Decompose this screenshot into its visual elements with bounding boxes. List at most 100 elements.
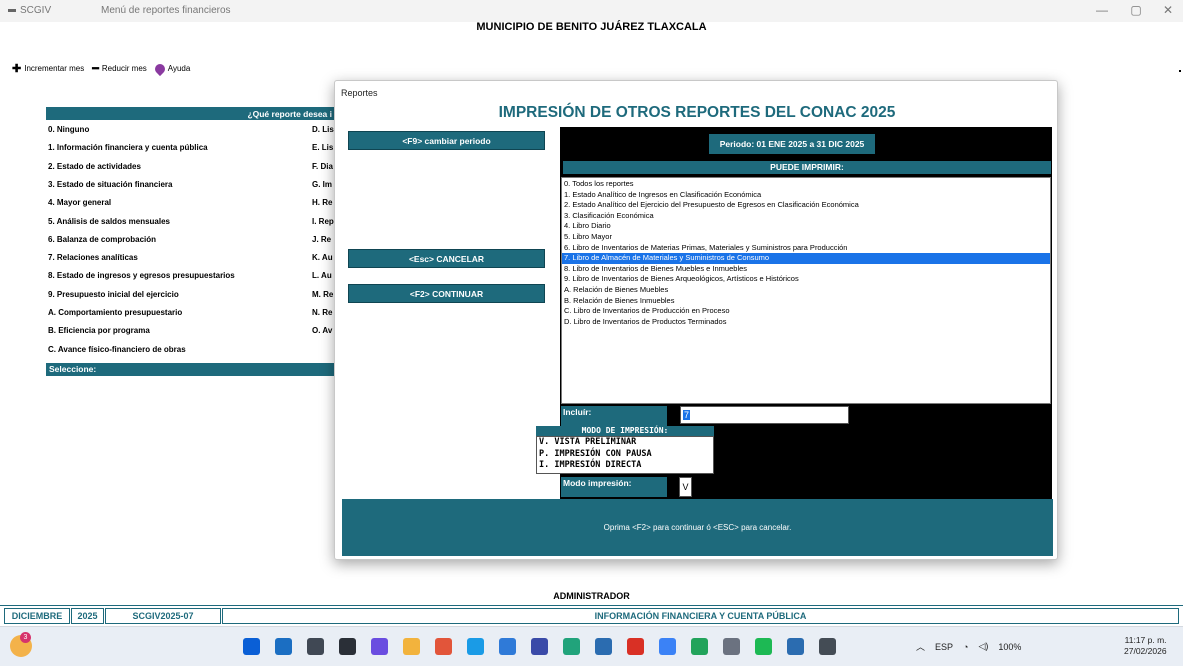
increment-month-button[interactable]: ✚ Incrementar mes xyxy=(12,62,84,75)
report-item[interactable]: D. Libro de Inventarios de Productos Ter… xyxy=(562,317,1050,328)
menu-item-right[interactable]: K. Au xyxy=(312,253,333,262)
menu-item-right[interactable]: L. Au xyxy=(312,271,332,280)
print-mode-pause[interactable]: P. IMPRESIÓN CON PAUSA xyxy=(537,449,713,461)
taskbar-app-icon[interactable] xyxy=(531,638,548,655)
continue-button[interactable]: <F2> CONTINUAR xyxy=(348,284,545,303)
menu-item-right[interactable]: H. Re xyxy=(312,198,332,207)
menu-item[interactable]: 9. Presupuesto inicial del ejercicio xyxy=(48,290,179,299)
taskbar-app-icon[interactable] xyxy=(787,638,804,655)
report-item[interactable]: 5. Libro Mayor xyxy=(562,232,1050,243)
menu-item[interactable]: 6. Balanza de comprobación xyxy=(48,235,156,244)
report-item[interactable]: 1. Estado Analítico de Ingresos en Clasi… xyxy=(562,190,1050,201)
battery-level[interactable]: 100% xyxy=(998,642,1021,652)
report-item[interactable]: C. Libro de Inventarios de Producción en… xyxy=(562,306,1050,317)
include-label: Incluír: xyxy=(561,406,667,426)
print-mode-list[interactable]: V. VISTA PRELIMINAR P. IMPRESIÓN CON PAU… xyxy=(536,436,714,474)
report-item[interactable]: A. Relación de Bienes Muebles xyxy=(562,285,1050,296)
menu-item-right[interactable]: D. Lis xyxy=(312,125,334,134)
weather-icon[interactable]: 3 xyxy=(10,632,32,657)
menu-item[interactable]: 5. Análisis de saldos mensuales xyxy=(48,217,170,226)
menu-item[interactable]: 1. Información financiera y cuenta públi… xyxy=(48,143,208,152)
print-mode-direct[interactable]: I. IMPRESIÓN DIRECTA xyxy=(537,460,713,472)
print-mode-input[interactable]: V xyxy=(679,477,692,497)
taskbar-app-icon[interactable] xyxy=(819,638,836,655)
decrement-month-button[interactable]: ━ Reducir mes xyxy=(92,62,147,75)
wifi-icon[interactable]: ◔ xyxy=(963,642,968,652)
minimize-button[interactable]: — xyxy=(1087,3,1117,17)
cancel-button[interactable]: <Esc> CANCELAR xyxy=(348,249,545,268)
menu-item-right[interactable]: E. Lis xyxy=(312,143,333,152)
taskbar-app-icon[interactable] xyxy=(723,638,740,655)
taskbar-app-icon[interactable] xyxy=(307,638,324,655)
reports-dialog: Reportes IMPRESIÓN DE OTROS REPORTES DEL… xyxy=(334,80,1058,560)
report-item[interactable]: 3. Clasificación Económica xyxy=(562,211,1050,222)
volume-icon[interactable]: ◁) xyxy=(978,641,988,652)
menu-item[interactable]: C. Avance físico-financiero de obras xyxy=(48,345,186,354)
taskbar-app-icon[interactable] xyxy=(275,638,292,655)
taskbar-app-icon[interactable] xyxy=(339,638,356,655)
title-bar: SCGIV Menú de reportes financieros — ▢ ✕ xyxy=(0,0,1183,22)
menu-item[interactable]: 4. Mayor general xyxy=(48,198,111,207)
taskbar-app-icon[interactable] xyxy=(499,638,516,655)
dialog-title: Reportes xyxy=(341,88,378,98)
taskbar-app-icon[interactable] xyxy=(595,638,612,655)
period-label: Periodo: 01 ENE 2025 a 31 DIC 2025 xyxy=(709,134,875,154)
menu-item-right[interactable]: I. Rep xyxy=(312,217,334,226)
menu-item[interactable]: 0. Ninguno xyxy=(48,125,89,134)
select-prompt: Seleccione: xyxy=(46,363,336,376)
include-input[interactable]: 7 xyxy=(680,406,849,424)
menu-header: ¿Qué reporte desea i xyxy=(46,109,336,120)
menu-item-right[interactable]: M. Re xyxy=(312,290,333,299)
taskbar-app-icon[interactable] xyxy=(755,638,772,655)
taskbar-app-icon[interactable] xyxy=(563,638,580,655)
help-button[interactable]: Ayuda xyxy=(152,61,191,76)
weather-badge: 3 xyxy=(20,632,31,643)
report-item[interactable]: 6. Libro de Inventarios de Materias Prim… xyxy=(562,243,1050,254)
menu-item[interactable]: 7. Relaciones analíticas xyxy=(48,253,138,262)
report-item[interactable]: 2. Estado Analítico del Ejercicio del Pr… xyxy=(562,200,1050,211)
status-version: SCGIV2025-07 xyxy=(105,608,221,624)
taskbar-app-icon[interactable] xyxy=(659,638,676,655)
dot-marker xyxy=(1179,70,1181,72)
taskbar-app-icon[interactable] xyxy=(243,638,260,655)
can-print-header: PUEDE IMPRIMIR: xyxy=(563,161,1051,174)
report-item[interactable]: 8. Libro de Inventarios de Bienes Mueble… xyxy=(562,264,1050,275)
change-period-button[interactable]: <F9> cambiar periodo xyxy=(348,131,545,150)
menu-item-right[interactable]: F. Dia xyxy=(312,162,333,171)
menu-item[interactable]: B. Eficiencia por programa xyxy=(48,326,150,335)
clock-date: 27/02/2026 xyxy=(1124,646,1167,656)
report-item[interactable]: 4. Libro Diario xyxy=(562,221,1050,232)
close-button[interactable]: ✕ xyxy=(1153,3,1183,17)
status-bar: DICIEMBRE 2025 SCGIV2025-07 INFORMACIÓN … xyxy=(0,605,1183,625)
maximize-button[interactable]: ▢ xyxy=(1121,3,1151,17)
language-indicator[interactable]: ESP xyxy=(935,642,953,652)
clock[interactable]: 11:17 p. m. 27/02/2026 xyxy=(1124,635,1167,657)
menu-item-right[interactable]: N. Re xyxy=(312,308,332,317)
taskbar-app-icon[interactable] xyxy=(691,638,708,655)
dialog-footer: Oprima <F2> para continuar ó <ESC> para … xyxy=(342,499,1053,556)
taskbar-app-icon[interactable] xyxy=(371,638,388,655)
menu-item[interactable]: 3. Estado de situación financiera xyxy=(48,180,172,189)
menu-item[interactable]: 8. Estado de ingresos y egresos presupue… xyxy=(48,271,235,280)
status-report: INFORMACIÓN FINANCIERA Y CUENTA PÚBLICA xyxy=(222,608,1179,624)
menu-item-right[interactable]: G. Im xyxy=(312,180,332,189)
menu-item[interactable]: A. Comportamiento presupuestario xyxy=(48,308,182,317)
plus-icon: ✚ xyxy=(12,63,22,75)
menu-item-right[interactable]: O. Av xyxy=(312,326,332,335)
report-item[interactable]: 7. Libro de Almacén de Materiales y Sumi… xyxy=(562,253,1050,264)
taskbar-app-icon[interactable] xyxy=(467,638,484,655)
help-label: Ayuda xyxy=(167,64,191,73)
app-name: SCGIV xyxy=(20,5,52,16)
menu-item[interactable]: 2. Estado de actividades xyxy=(48,162,141,171)
print-mode-label: Modo impresión: xyxy=(561,477,667,497)
taskbar-app-icon[interactable] xyxy=(435,638,452,655)
taskbar-app-icon[interactable] xyxy=(627,638,644,655)
report-item[interactable]: B. Relación de Bienes Inmuebles xyxy=(562,296,1050,307)
report-item[interactable]: 0. Todos los reportes xyxy=(562,179,1050,190)
taskbar-app-icon[interactable] xyxy=(403,638,420,655)
chevron-up-icon[interactable]: ︿ xyxy=(916,640,925,653)
report-item[interactable]: 9. Libro de Inventarios de Bienes Arqueo… xyxy=(562,274,1050,285)
print-mode-preview[interactable]: V. VISTA PRELIMINAR xyxy=(537,437,713,449)
report-list[interactable]: 0. Todos los reportes 1. Estado Analítico… xyxy=(561,177,1051,404)
menu-item-right[interactable]: J. Re xyxy=(312,235,331,244)
